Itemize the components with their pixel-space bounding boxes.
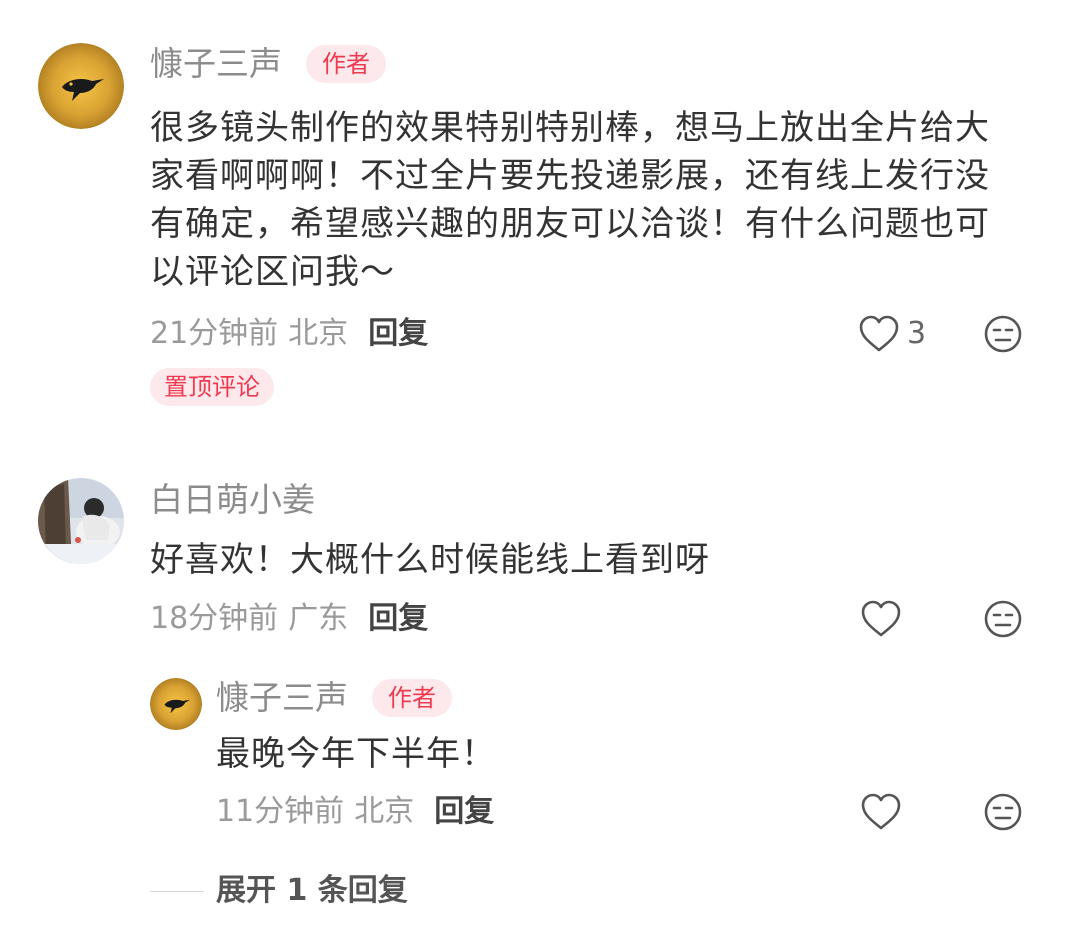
reply-button[interactable]: 回复	[434, 794, 494, 829]
like-button[interactable]	[857, 312, 901, 356]
comment-text[interactable]: 好喜欢！大概什么时候能线上看到呀	[150, 536, 1050, 584]
snow-photo-icon	[38, 478, 124, 564]
avatar-user[interactable]	[38, 478, 124, 564]
location: 广东	[288, 601, 349, 636]
username[interactable]: 白日萌小姜	[150, 480, 315, 520]
like-button[interactable]	[859, 597, 903, 641]
heart-icon	[861, 600, 901, 637]
username[interactable]: 慷子三声	[150, 44, 282, 84]
reply-button[interactable]: 回复	[368, 601, 428, 636]
comment-text[interactable]: 很多镜头制作的效果特别特别棒，想马上放出全片给大 家看啊啊啊！不过全片要先投递影…	[150, 104, 1050, 296]
bird-sun-icon	[38, 43, 124, 129]
comment-line: 家看啊啊啊！不过全片要先投递影展，还有线上发行没	[150, 156, 990, 196]
like-count: 3	[907, 316, 927, 351]
avatar-author[interactable]	[150, 678, 202, 730]
comment-line: 有确定，希望感兴趣的朋友可以洽谈！有什么问题也可	[150, 204, 990, 244]
pinned-badge: 置顶评论	[150, 368, 274, 406]
username[interactable]: 慷子三声	[216, 678, 348, 718]
dislike-button[interactable]	[981, 597, 1025, 641]
dislike-button[interactable]	[981, 790, 1025, 834]
reply-meta: 11分钟前 北京 回复	[216, 794, 494, 830]
dislike-face-icon	[984, 600, 1022, 638]
timestamp: 21分钟前	[150, 316, 279, 351]
comment-line: 以评论区问我～	[150, 252, 395, 292]
timestamp: 11分钟前	[216, 794, 345, 829]
dislike-button[interactable]	[981, 312, 1025, 356]
author-badge: 作者	[372, 679, 452, 717]
divider	[150, 891, 204, 892]
dislike-face-icon	[984, 793, 1022, 831]
comment-line: 很多镜头制作的效果特别特别棒，想马上放出全片给大	[150, 108, 990, 148]
dislike-face-icon	[984, 315, 1022, 353]
reply-button[interactable]: 回复	[368, 316, 428, 351]
timestamp: 18分钟前	[150, 601, 279, 636]
reply-text[interactable]: 最晚今年下半年！	[216, 730, 1036, 778]
location: 北京	[354, 794, 415, 829]
like-button[interactable]	[859, 790, 903, 834]
heart-icon	[861, 793, 901, 830]
bird-sun-icon	[150, 678, 202, 730]
expand-replies-button[interactable]: 展开 1 条回复	[216, 873, 408, 909]
comment-meta: 18分钟前 广东 回复	[150, 601, 428, 637]
author-badge: 作者	[306, 45, 386, 83]
heart-icon	[859, 315, 899, 352]
avatar-author[interactable]	[38, 43, 124, 129]
location: 北京	[288, 316, 349, 351]
comment-meta: 21分钟前 北京 回复	[150, 316, 428, 352]
